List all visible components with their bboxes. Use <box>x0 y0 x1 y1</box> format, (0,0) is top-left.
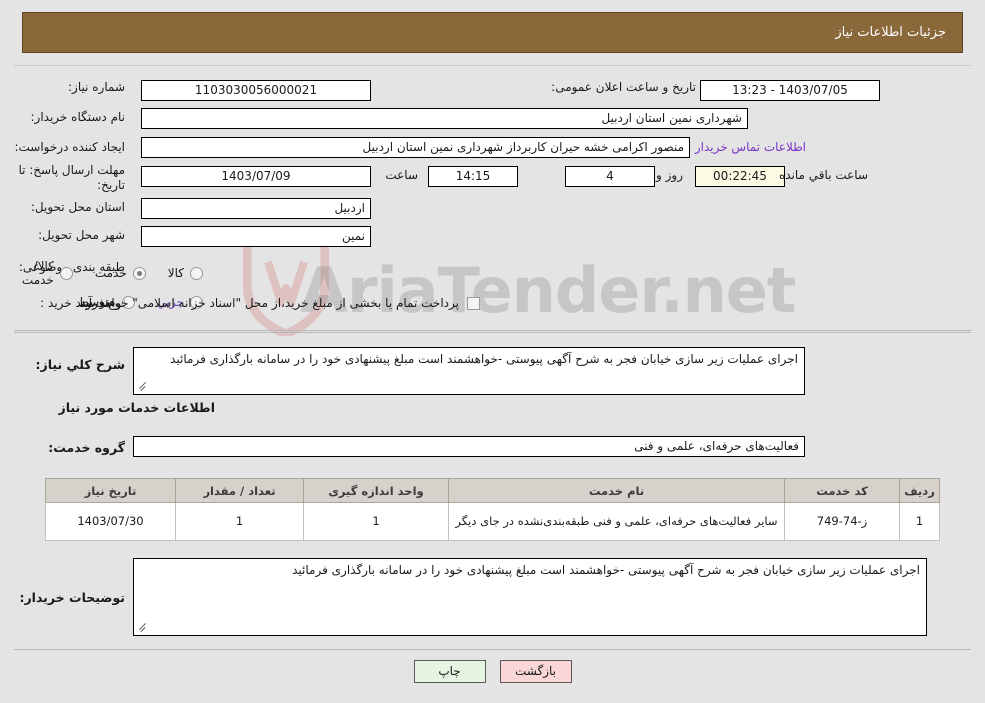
deadline-time-value: 14:15 <box>428 166 518 187</box>
category-option-khedmat[interactable]: خدمت <box>95 266 146 280</box>
treasury-checkbox-label: پرداخت تمام یا بخشی از مبلغ خرید،از محل … <box>76 296 459 310</box>
buyer-notes-label: توضیحات خریدار: <box>19 590 125 605</box>
category-option-kala[interactable]: کالا <box>168 266 203 280</box>
print-button[interactable]: چاپ <box>413 660 486 683</box>
remaining-days-label: روز و <box>656 168 683 182</box>
col-service-code: کد خدمت <box>784 478 900 503</box>
cell-row-no: 1 <box>899 502 940 541</box>
need-number-value: 1103030056000021 <box>141 80 371 101</box>
radio-circle-icon[interactable] <box>59 266 73 280</box>
general-desc-label: شرح کلي نیاز: <box>35 357 125 372</box>
service-group-value: فعالیت‌های حرفه‌ای، علمی و فنی <box>133 436 805 457</box>
services-table-wrap: ردیف کد خدمت نام خدمت واحد اندازه گیری ت… <box>45 478 940 541</box>
footer-button-bar: بازگشت چاپ <box>0 660 985 683</box>
city-label: شهر محل تحویل: <box>38 228 125 242</box>
deadline-label: مهلت ارسال پاسخ: تا تاریخ: <box>18 163 125 192</box>
announce-date-value: 13:23 - 1403/07/05 <box>700 80 880 101</box>
treasury-checkbox[interactable] <box>467 296 480 310</box>
buyer-org-label: نام دستگاه خریدار: <box>30 110 126 124</box>
service-group-label: گروه خدمت: <box>48 440 125 455</box>
province-value: اردبیل <box>141 198 371 219</box>
city-row: شهر محل تحویل: <box>38 228 125 243</box>
category-option-label: خدمت <box>94 266 127 280</box>
cell-service-code: ز-74-749 <box>784 502 900 541</box>
deadline-date-value: 1403/07/09 <box>141 166 371 187</box>
buyer-org-row: نام دستگاه خریدار: <box>31 110 126 125</box>
services-table: ردیف کد خدمت نام خدمت واحد اندازه گیری ت… <box>45 478 940 541</box>
announce-date-label: تاریخ و ساعت اعلان عمومی: <box>551 80 696 94</box>
requester-row: ایجاد کننده درخواست: <box>14 140 125 155</box>
category-radio-group[interactable]: کالا خدمت کالا/خدمت <box>0 259 203 287</box>
treasury-checkbox-row[interactable]: پرداخت تمام یا بخشی از مبلغ خرید،از محل … <box>76 296 480 310</box>
col-need-date: تاریخ نیاز <box>45 478 176 503</box>
buyer-notes-text: اجرای عملیات زیر سازی خیابان فجر به شرح … <box>292 563 920 577</box>
col-quantity: تعداد / مقدار <box>175 478 304 503</box>
services-section-title: اطلاعات خدمات مورد نیاز <box>58 400 216 415</box>
province-label: استان محل تحویل: <box>30 200 125 214</box>
deadline-time-label: ساعت <box>385 168 418 182</box>
col-row-no: ردیف <box>899 478 940 503</box>
cell-service-name: سایر فعالیت‌های حرفه‌ای، علمی و فنی طبقه… <box>448 502 785 541</box>
province-row: استان محل تحویل: <box>31 200 125 215</box>
col-service-name: نام خدمت <box>448 478 785 503</box>
city-value: نمین <box>141 226 371 247</box>
resize-grip-icon[interactable] <box>137 383 147 393</box>
buyer-notes-value[interactable]: اجرای عملیات زیر سازی خیابان فجر به شرح … <box>133 558 927 636</box>
category-option-label: کالا <box>167 266 184 280</box>
table-row: 1 ز-74-749 سایر فعالیت‌های حرفه‌ای، علمی… <box>45 502 940 541</box>
requester-value: منصور اکرامی خشه حیران کاربرداز شهرداری … <box>141 137 690 158</box>
deadline-row-label: مهلت ارسال پاسخ: تا تاریخ: <box>7 163 125 193</box>
page-header: جزئیات اطلاعات نیاز <box>22 12 963 53</box>
page-title: جزئیات اطلاعات نیاز <box>835 25 946 40</box>
buyer-contact-link[interactable]: اطلاعات تماس خریدار <box>695 140 806 154</box>
need-number-row: شماره نیاز: <box>68 80 125 95</box>
announce-label-wrap: تاریخ و ساعت اعلان عمومی: <box>551 80 696 95</box>
resize-grip-icon[interactable] <box>137 624 147 634</box>
radio-circle-selected-icon[interactable] <box>132 266 146 280</box>
category-option-kala-khedmat[interactable]: کالا/خدمت <box>22 259 73 287</box>
cell-unit: 1 <box>303 502 449 541</box>
remaining-days-value: 4 <box>565 166 655 187</box>
general-desc-text: اجرای عملیات زیر سازی خیابان فجر به شرح … <box>170 352 798 366</box>
category-option-label: کالا/خدمت <box>21 259 54 287</box>
cell-quantity: 1 <box>175 502 304 541</box>
radio-circle-icon[interactable] <box>190 266 203 280</box>
col-unit: واحد اندازه گیری <box>303 478 449 503</box>
need-number-label: شماره نیاز: <box>68 80 125 94</box>
general-desc-value[interactable]: اجرای عملیات زیر سازی خیابان فجر به شرح … <box>133 347 805 395</box>
requester-label: ایجاد کننده درخواست: <box>14 140 125 154</box>
back-button[interactable]: بازگشت <box>499 660 572 683</box>
remaining-hours-label: ساعت باقي مانده <box>778 168 868 182</box>
buyer-org-value: شهرداری نمین استان اردبیل <box>141 108 748 129</box>
cell-need-date: 1403/07/30 <box>45 502 176 541</box>
table-header-row: ردیف کد خدمت نام خدمت واحد اندازه گیری ت… <box>45 478 940 503</box>
